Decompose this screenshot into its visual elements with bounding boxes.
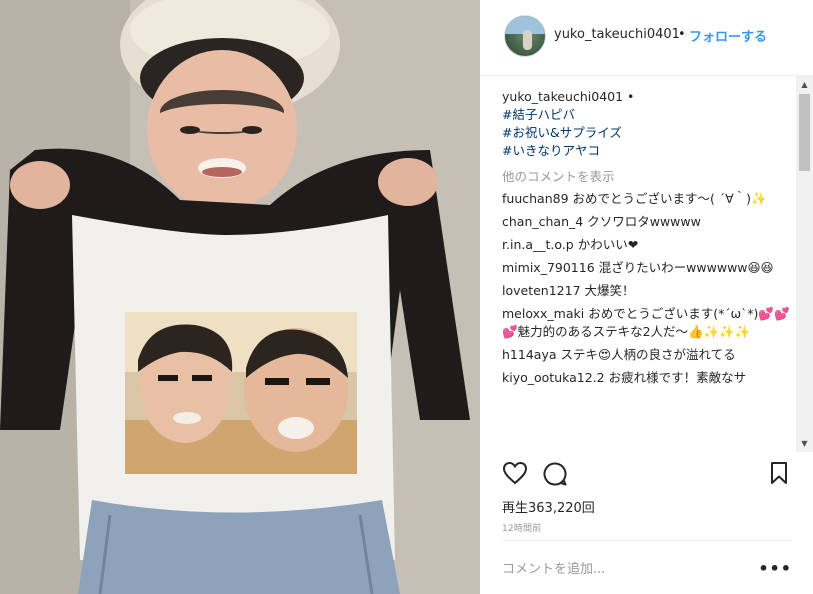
comment-item: h114aya ステキ😍人柄の良さが溢れてる: [502, 346, 794, 364]
comment-username-link[interactable]: loveten1217: [502, 283, 581, 298]
post-timestamp[interactable]: 12時間前: [502, 521, 541, 534]
scroll-down-arrow-icon[interactable]: ▼: [796, 435, 813, 452]
add-comment-input[interactable]: [502, 560, 742, 578]
caption-line: yuko_takeuchi0401 •: [502, 88, 794, 106]
hashtag-link[interactable]: #結子ハピバ: [502, 106, 794, 124]
video-frame: [0, 0, 480, 594]
comment-item: loveten1217 大爆笑！: [502, 282, 794, 300]
avatar[interactable]: [504, 15, 546, 57]
comment-text: ステキ😍人柄の良さが溢れてる: [560, 347, 736, 362]
caption-username-link[interactable]: yuko_takeuchi0401: [502, 89, 623, 104]
comment-item: mimix_790116 混ざりたいわーwwwwww😆😆: [502, 259, 794, 277]
caption-separator: •: [627, 89, 635, 104]
comment-text: 混ざりたいわーwwwwww😆😆: [598, 260, 774, 275]
comment-username-link[interactable]: mimix_790116: [502, 260, 595, 275]
post-actions: [480, 455, 813, 495]
load-more-comments-button[interactable]: 他のコメントを表示: [502, 168, 794, 186]
comment-username-link[interactable]: fuuchan89: [502, 191, 569, 206]
comment-item: kiyo_ootuka12.2 お疲れ様です！素敵なサ: [502, 369, 794, 387]
scrollbar-thumb[interactable]: [799, 94, 810, 171]
comment-username-link[interactable]: r.in.a__t.o.p: [502, 237, 574, 252]
post-sidebar: yuko_takeuchi0401 • フォローする yuko_takeuchi…: [480, 0, 813, 594]
comment-text: かわいい❤: [577, 237, 639, 252]
bookmark-icon[interactable]: [769, 461, 789, 489]
hashtag-link[interactable]: #いきなりアヤコ: [502, 142, 794, 160]
comment-username-link[interactable]: h114aya: [502, 347, 557, 362]
comment-username-link[interactable]: meloxx_maki: [502, 306, 584, 321]
comment-text: おめでとうございます〜( ´∀｀)✨: [572, 191, 767, 206]
add-comment-bar: •••: [502, 540, 792, 594]
comments-scrollbar[interactable]: ▲ ▼: [796, 76, 813, 452]
comment-item: r.in.a__t.o.p かわいい❤: [502, 236, 794, 254]
comment-text: 大爆笑！: [584, 283, 635, 298]
view-count[interactable]: 再生363,220回: [502, 497, 595, 516]
header-username-link[interactable]: yuko_takeuchi0401: [554, 27, 680, 42]
comment-text: クソワロタwwwww: [587, 214, 701, 229]
header-separator: •: [678, 27, 686, 42]
comment-icon[interactable]: [542, 461, 568, 491]
comment-username-link[interactable]: kiyo_ootuka12.2: [502, 370, 605, 385]
more-dots-icon[interactable]: •••: [758, 559, 792, 578]
post-header: yuko_takeuchi0401 • フォローする: [480, 0, 813, 76]
comment-item: chan_chan_4 クソワロタwwwww: [502, 213, 794, 231]
comments-list: yuko_takeuchi0401 • #結子ハピバ #お祝い&サプライズ #い…: [502, 88, 794, 452]
comment-text: お疲れ様です！素敵なサ: [608, 370, 747, 385]
follow-button[interactable]: フォローする: [689, 26, 767, 45]
heart-icon[interactable]: [502, 461, 528, 489]
comment-item: fuuchan89 おめでとうございます〜( ´∀｀)✨: [502, 190, 794, 208]
hashtag-link[interactable]: #お祝い&サプライズ: [502, 124, 794, 142]
scroll-up-arrow-icon[interactable]: ▲: [796, 76, 813, 93]
post-video[interactable]: [0, 0, 480, 594]
comment-username-link[interactable]: chan_chan_4: [502, 214, 583, 229]
comment-item: meloxx_maki おめでとうございます(*´ω`*)💕💕💕魅力的のあるステキ…: [502, 305, 794, 341]
